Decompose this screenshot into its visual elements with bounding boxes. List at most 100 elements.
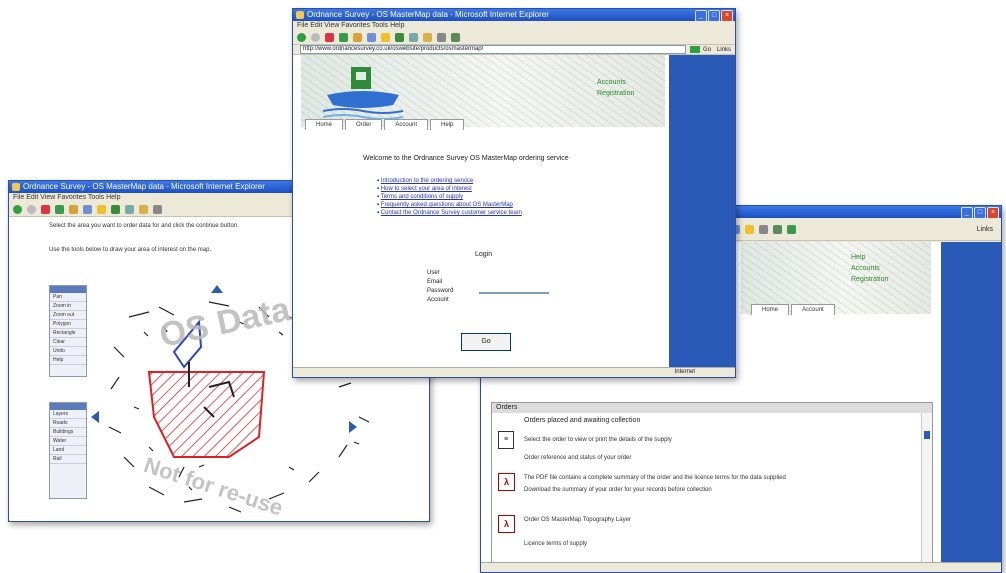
- link-list: ▪ Introduction to the ordering service ▪…: [377, 177, 522, 217]
- forward-icon[interactable]: [27, 204, 36, 214]
- favorites-icon[interactable]: [745, 224, 754, 234]
- tool-polygon[interactable]: Polygon: [50, 320, 86, 329]
- map-intro-text-2: Use the tools below to draw your area of…: [49, 247, 212, 253]
- home-page: Accounts Registration Home Order Account…: [293, 55, 735, 367]
- refresh-icon[interactable]: [55, 204, 64, 214]
- media-icon[interactable]: [395, 32, 404, 42]
- mail-icon[interactable]: [423, 32, 432, 42]
- minimize-button[interactable]: _: [695, 10, 707, 21]
- layer-buildings[interactable]: Buildings: [50, 428, 86, 437]
- status-text: Internet: [674, 369, 695, 375]
- map-intro-text: Select the area you want to order data f…: [49, 223, 239, 229]
- home-icon[interactable]: [69, 204, 78, 214]
- document-icon[interactable]: ≡: [498, 431, 514, 449]
- banner-link-accounts[interactable]: Accounts: [851, 263, 888, 274]
- layer-rail[interactable]: Rail: [50, 455, 86, 464]
- watermark-top: OS Data: [156, 290, 294, 355]
- stop-icon[interactable]: [41, 204, 50, 214]
- home-icon[interactable]: [353, 32, 362, 42]
- link-item[interactable]: ▪ How to select your area of interest: [377, 185, 522, 193]
- tab-home[interactable]: Home: [305, 119, 344, 130]
- item-2-line1[interactable]: The PDF file contains a complete summary…: [524, 475, 786, 481]
- mail-icon[interactable]: [139, 204, 148, 214]
- login-button[interactable]: Go: [461, 333, 511, 351]
- links-label[interactable]: Links: [717, 47, 731, 53]
- print-icon[interactable]: [437, 32, 446, 42]
- item-3-line2: Licence terms of supply: [524, 541, 588, 547]
- favorites-icon[interactable]: [97, 204, 106, 214]
- banner-link-accounts[interactable]: Accounts: [597, 77, 634, 88]
- print-icon[interactable]: [153, 204, 162, 214]
- links-label[interactable]: Links: [977, 226, 993, 233]
- forward-icon[interactable]: [311, 32, 320, 42]
- window-controls: _ □ ×: [695, 10, 733, 21]
- media-icon[interactable]: [111, 204, 120, 214]
- item-1-line1[interactable]: Select the order to view or print the de…: [524, 437, 672, 443]
- menu-bar[interactable]: File Edit View Favorites Tools Help: [293, 21, 735, 30]
- tool-clear[interactable]: Clear: [50, 338, 86, 347]
- history-icon[interactable]: [409, 32, 418, 42]
- maximize-button[interactable]: □: [708, 10, 720, 21]
- pan-left-arrow[interactable]: [91, 411, 99, 423]
- tool-pan[interactable]: Pan: [50, 293, 86, 302]
- section-title: Orders: [492, 403, 932, 413]
- password-field[interactable]: [479, 290, 549, 294]
- tool-undo[interactable]: Undo: [50, 347, 86, 356]
- login-heading: Login: [475, 251, 493, 258]
- item-1-line2: Order reference and status of your order: [524, 455, 632, 461]
- home-browser-window: Ordnance Survey - OS MasterMap data - Mi…: [292, 8, 736, 378]
- banner-link-registration[interactable]: Registration: [851, 274, 888, 285]
- toolbar: [293, 30, 735, 45]
- tool-rectangle[interactable]: Rectangle: [50, 329, 86, 338]
- refresh-icon[interactable]: [339, 32, 348, 42]
- right-blue-margin: [669, 55, 735, 367]
- close-button[interactable]: ×: [721, 10, 733, 21]
- maximize-button[interactable]: □: [974, 207, 986, 218]
- layer-land[interactable]: Land: [50, 446, 86, 455]
- history-icon[interactable]: [125, 204, 134, 214]
- link-item[interactable]: ▪ Contact the Ordnance Survey customer s…: [377, 209, 522, 217]
- close-button[interactable]: ×: [987, 207, 999, 218]
- selection-polygon[interactable]: [147, 371, 266, 458]
- edit-icon[interactable]: [773, 224, 782, 234]
- tab-home[interactable]: Home: [751, 304, 790, 315]
- tab-account[interactable]: Account: [791, 304, 835, 315]
- search-icon[interactable]: [367, 32, 376, 42]
- go-button[interactable]: [689, 46, 700, 53]
- banner-link-help[interactable]: Help: [851, 252, 888, 263]
- go-label[interactable]: Go: [703, 47, 711, 53]
- messenger-icon[interactable]: [787, 224, 796, 234]
- search-icon[interactable]: [83, 204, 92, 214]
- pan-right-arrow[interactable]: [349, 421, 357, 433]
- pdf-icon[interactable]: λ: [498, 515, 515, 533]
- favorites-icon[interactable]: [381, 32, 390, 42]
- login-label-user: User: [427, 270, 440, 276]
- address-input[interactable]: http://www.ordnancesurvey.co.uk/oswebsit…: [300, 45, 686, 54]
- layer-roads[interactable]: Roads: [50, 419, 86, 428]
- scroll-thumb-icon[interactable]: [924, 431, 930, 439]
- tool-zoom-in[interactable]: Zoom in: [50, 302, 86, 311]
- link-item[interactable]: ▪ Frequently asked questions about OS Ma…: [377, 201, 522, 209]
- pan-up-arrow[interactable]: [211, 285, 223, 293]
- status-bar: Internet: [293, 367, 735, 377]
- back-icon[interactable]: [13, 204, 22, 214]
- tool-zoom-out[interactable]: Zoom out: [50, 311, 86, 320]
- print-icon[interactable]: [759, 224, 768, 234]
- tab-order[interactable]: Order: [345, 119, 383, 130]
- window-title: Ordnance Survey - OS MasterMap data - Mi…: [23, 182, 265, 191]
- item-3-line1[interactable]: Order OS MasterMap Topography Layer: [524, 517, 631, 523]
- link-item[interactable]: ▪ Introduction to the ordering service: [377, 177, 522, 185]
- tab-help[interactable]: Help: [430, 119, 465, 130]
- pdf-icon[interactable]: λ: [498, 473, 515, 491]
- stop-icon[interactable]: [325, 32, 334, 42]
- link-item[interactable]: ▪ Terms and conditions of supply: [377, 193, 522, 201]
- tool-help[interactable]: Help: [50, 356, 86, 365]
- back-icon[interactable]: [297, 32, 306, 42]
- edit-icon[interactable]: [451, 32, 460, 42]
- tab-account[interactable]: Account: [384, 119, 429, 130]
- minimize-button[interactable]: _: [961, 207, 973, 218]
- scrollbar[interactable]: [921, 413, 932, 562]
- layer-water[interactable]: Water: [50, 437, 86, 446]
- banner-link-registration[interactable]: Registration: [597, 88, 634, 99]
- nav-tabs: Home Account: [751, 304, 835, 315]
